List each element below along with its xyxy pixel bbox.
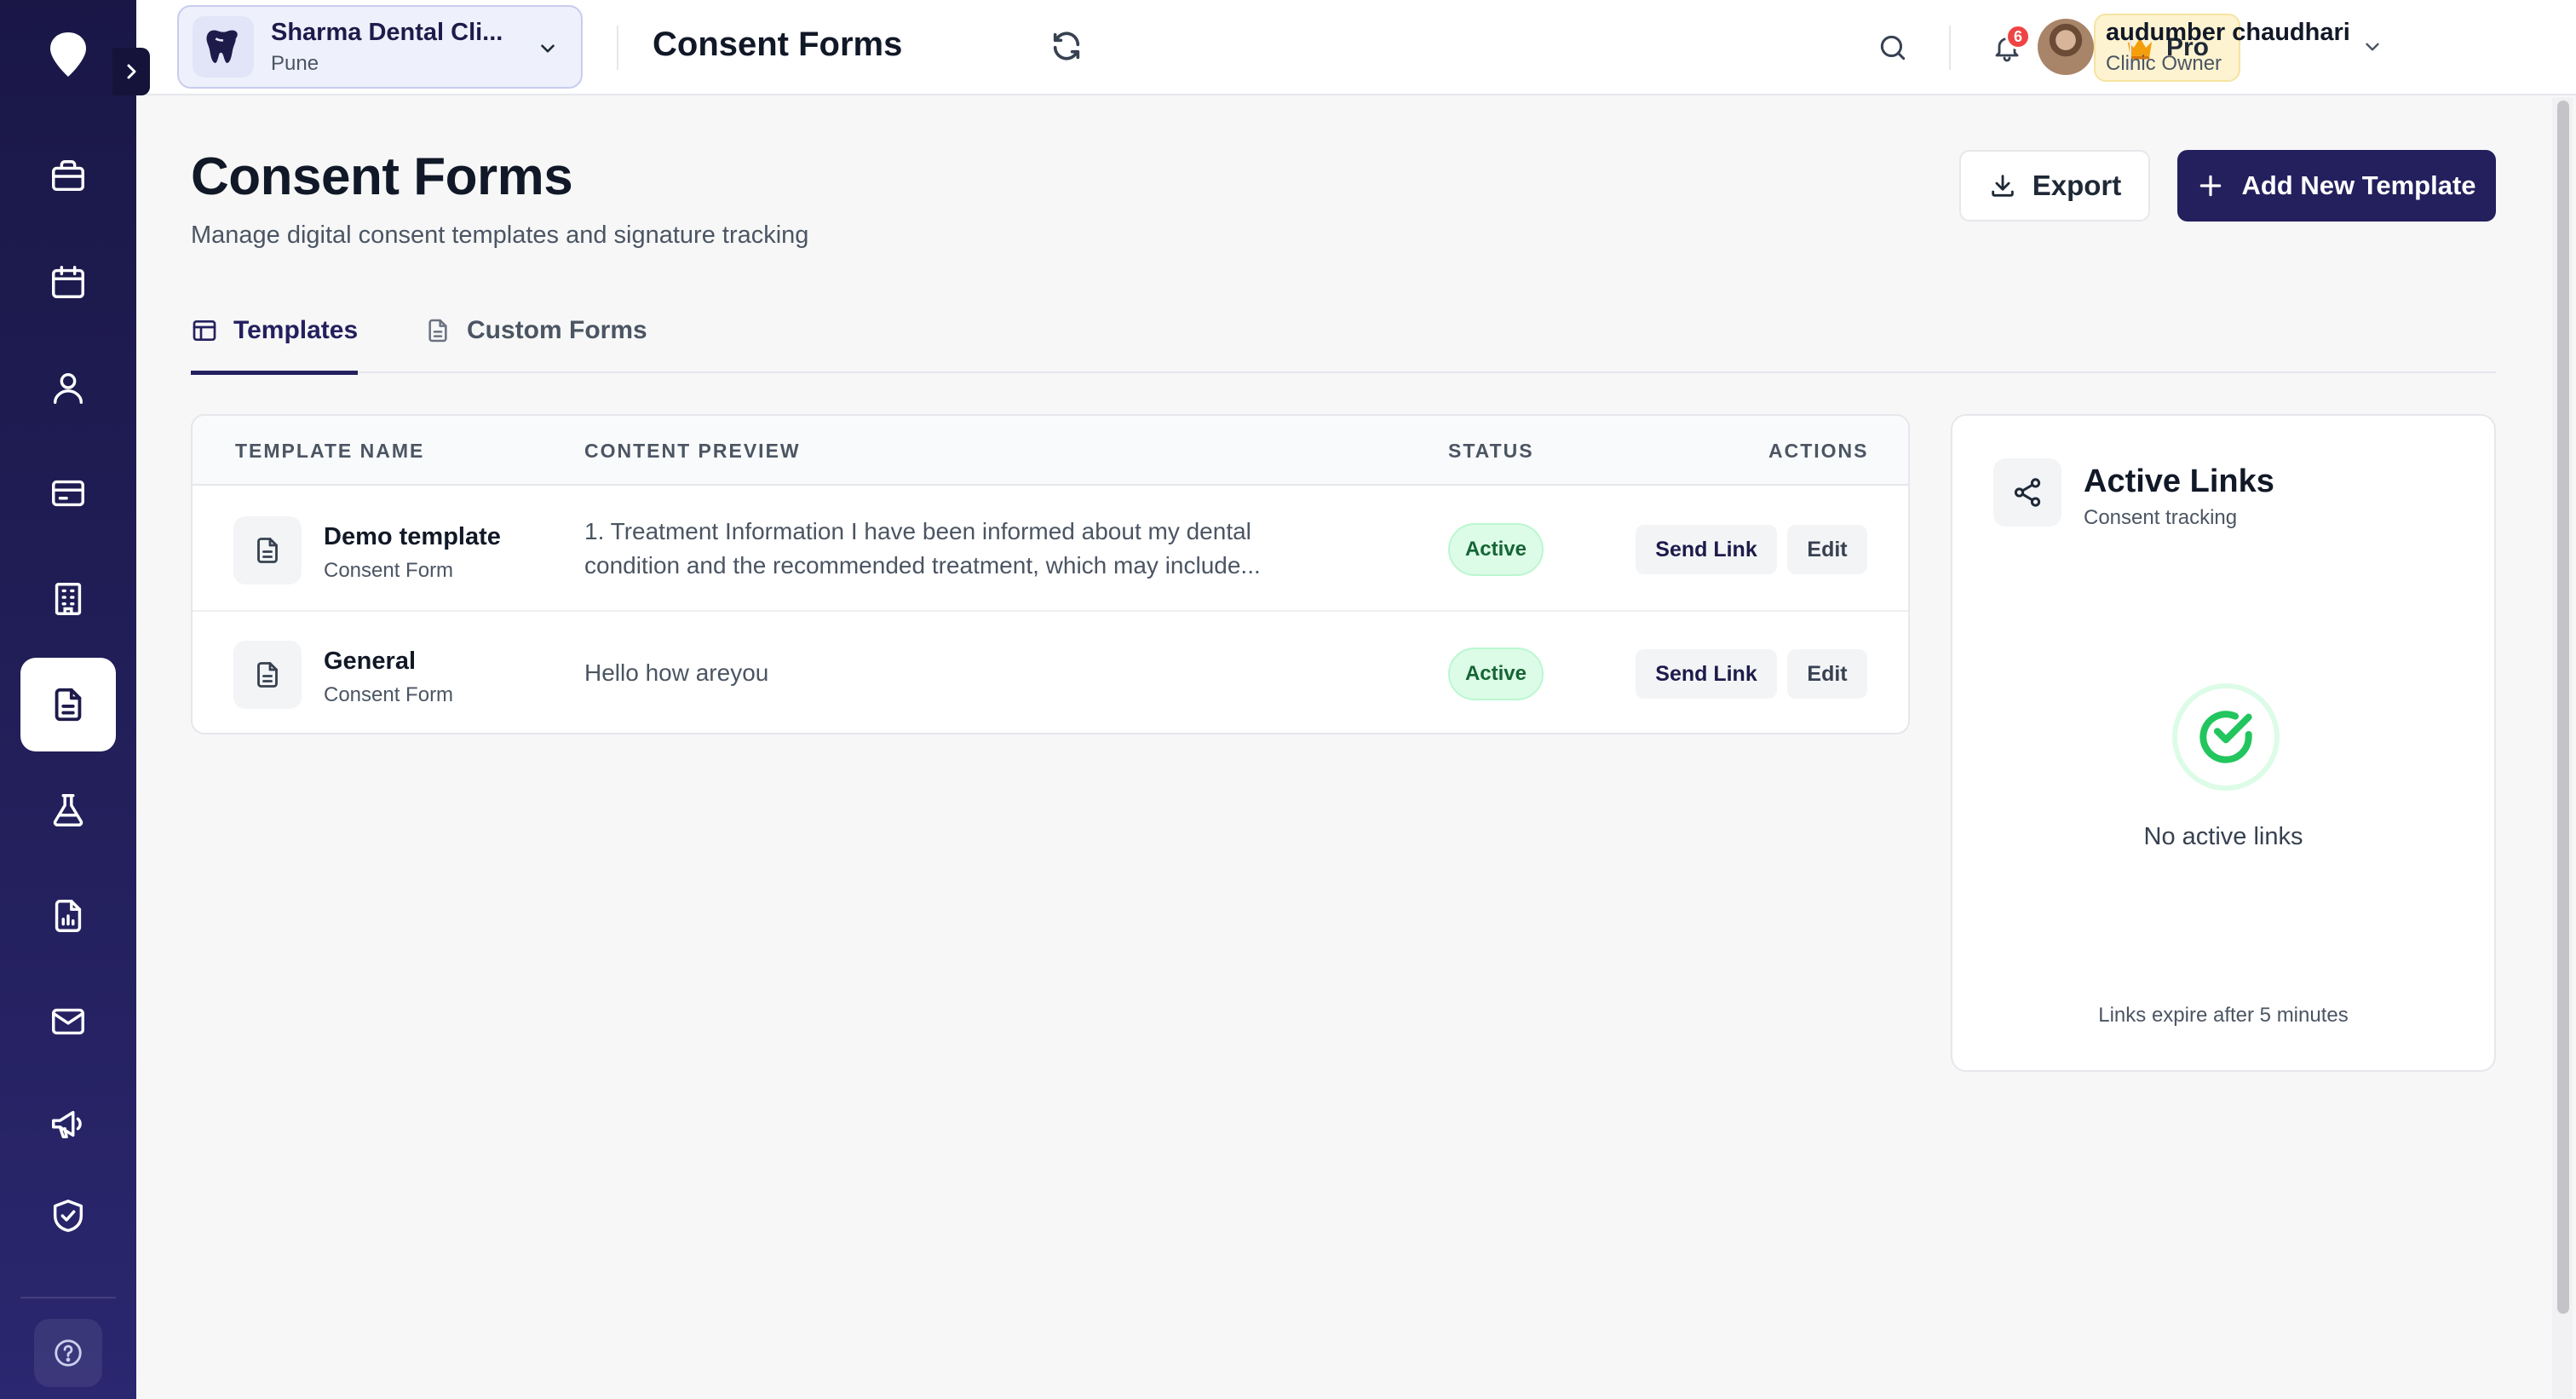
scrollbar-thumb[interactable]	[2557, 101, 2569, 1314]
user-role: Clinic Owner	[2106, 52, 2222, 75]
preview-line: 1. Treatment Information I have been inf…	[584, 518, 1251, 544]
help-button[interactable]	[34, 1319, 102, 1387]
template-kind: Consent Form	[324, 683, 454, 706]
tab-bar: Templates Custom Forms	[191, 290, 2496, 375]
templates-table: TEMPLATE NAME CONTENT PREVIEW STATUS ACT…	[191, 414, 1910, 734]
add-template-label: Add New Template	[2241, 170, 2476, 200]
table-header: TEMPLATE NAME CONTENT PREVIEW STATUS ACT…	[193, 416, 1908, 486]
refresh-button[interactable]	[1049, 29, 1084, 63]
preview-line: condition and the recommended treatment,…	[584, 552, 1261, 579]
active-links-panel: Active Links Consent tracking No active …	[1951, 414, 2496, 1072]
sidebar-item-briefcase[interactable]	[20, 130, 116, 223]
export-label: Export	[2032, 170, 2122, 201]
divider	[1949, 26, 1951, 70]
notification-count-badge: 6	[2005, 24, 2031, 49]
sidebar-item-clinic[interactable]	[20, 552, 116, 646]
content-preview: 1. Treatment Information I have been inf…	[584, 515, 1351, 583]
export-button[interactable]: Export	[1959, 150, 2150, 222]
avatar[interactable]	[2038, 19, 2094, 75]
shield-check-icon	[53, 1200, 83, 1232]
sidebar-divider	[20, 1297, 116, 1298]
plus-icon	[2200, 175, 2222, 197]
card-icon	[52, 480, 84, 507]
tooth-logo-icon	[193, 16, 254, 78]
panel-subtitle: Consent tracking	[2084, 506, 2238, 529]
edit-button[interactable]: Edit	[1787, 649, 1867, 699]
table-row[interactable]: General Consent Form Hello how areyou Ac…	[193, 612, 1908, 733]
column-header: ACTIONS	[1768, 440, 1869, 462]
edit-button[interactable]: Edit	[1787, 525, 1867, 574]
file-text-icon	[428, 319, 447, 343]
sidebar-item-messages[interactable]	[20, 975, 116, 1068]
calendar-icon	[52, 266, 84, 298]
panel-title: Active Links	[2084, 463, 2274, 499]
page-heading: Consent Forms	[653, 26, 903, 63]
chart-document-icon	[55, 900, 82, 932]
megaphone-icon	[52, 1110, 82, 1139]
add-new-template-button[interactable]: Add New Template	[2177, 150, 2496, 222]
table-row[interactable]: Demo template Consent Form 1. Treatment …	[193, 487, 1908, 612]
status-badge: Active	[1448, 648, 1544, 700]
sidebar-expand-button[interactable]	[112, 48, 150, 95]
tab-templates[interactable]: Templates	[191, 290, 359, 375]
search-button[interactable]	[1871, 26, 1915, 70]
sidebar-item-billing[interactable]	[20, 446, 116, 540]
refresh-icon	[1053, 32, 1080, 60]
user-icon	[53, 372, 83, 404]
divider	[617, 26, 618, 70]
page-title: Consent Forms	[191, 147, 573, 206]
tab-label: Templates	[233, 315, 359, 344]
sidebar-item-reports[interactable]	[20, 869, 116, 963]
send-link-button[interactable]: Send Link	[1636, 525, 1777, 574]
column-header: TEMPLATE NAME	[235, 440, 425, 462]
empty-state-text: No active links	[2143, 823, 2303, 850]
content-preview: Hello how areyou	[584, 656, 1351, 690]
sidebar-item-lab[interactable]	[20, 763, 116, 857]
user-name: audumber chaudhari	[2106, 19, 2350, 46]
check-circle-icon	[2172, 683, 2280, 791]
sidebar-item-calendar[interactable]	[20, 235, 116, 329]
sidebar-item-marketing[interactable]	[20, 1077, 116, 1171]
column-header: CONTENT PREVIEW	[584, 440, 801, 462]
send-link-button[interactable]: Send Link	[1636, 649, 1777, 699]
preview-line: Hello how areyou	[584, 659, 769, 686]
help-icon	[55, 1339, 82, 1367]
clinic-name: Sharma Dental Cli...	[271, 18, 503, 46]
briefcase-icon	[52, 160, 84, 192]
document-icon	[233, 516, 302, 584]
clinic-city: Pune	[271, 51, 319, 75]
template-name: Demo template	[324, 523, 501, 550]
app-logo-icon[interactable]	[36, 22, 101, 87]
template-kind: Consent Form	[324, 559, 454, 582]
layout-icon	[193, 320, 216, 341]
chevron-down-icon[interactable]	[2361, 36, 2383, 58]
user-menu[interactable]: audumber chaudhari Clinic Owner	[2106, 19, 2350, 76]
chevron-down-icon	[541, 44, 555, 53]
sidebar-item-patients[interactable]	[20, 341, 116, 435]
template-name: General	[324, 648, 416, 675]
column-header: STATUS	[1448, 440, 1534, 462]
sidebar-item-consent-forms[interactable]	[20, 658, 116, 751]
flask-icon	[53, 794, 83, 826]
tab-label: Custom Forms	[467, 316, 647, 344]
download-icon	[1991, 175, 2014, 197]
search-icon	[1880, 35, 1906, 60]
sidebar-item-security[interactable]	[20, 1169, 116, 1263]
links-expiry-note: Links expire after 5 minutes	[2098, 1004, 2349, 1027]
chevron-right-icon	[127, 64, 136, 79]
document-icon	[233, 641, 302, 709]
page-subtitle: Manage digital consent templates and sig…	[191, 222, 809, 249]
clinic-switcher[interactable]: Sharma Dental Cli... Pune	[177, 5, 583, 89]
status-badge: Active	[1448, 523, 1544, 576]
share-icon	[1993, 458, 2061, 527]
sidebar	[0, 0, 150, 1399]
document-icon	[55, 688, 82, 722]
building-icon	[55, 583, 82, 615]
tab-custom-forms[interactable]: Custom Forms	[424, 290, 647, 371]
mail-icon	[52, 1008, 84, 1035]
